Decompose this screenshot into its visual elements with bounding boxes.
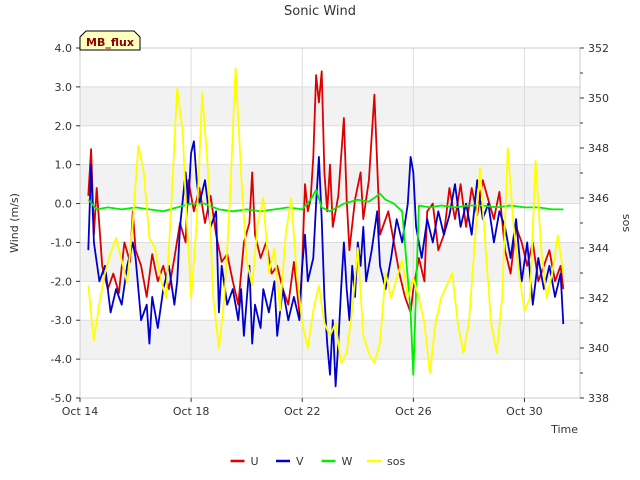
x-tick-label: Oct 22 [284, 405, 321, 418]
site-badge-label: MB_flux [86, 36, 134, 49]
legend-label: W [342, 455, 353, 468]
y-tick-label-left: 1.0 [55, 159, 73, 172]
x-tick-label: Oct 30 [506, 405, 543, 418]
x-tick-label: Oct 18 [173, 405, 210, 418]
y-tick-label-left: 3.0 [55, 81, 73, 94]
x-tick-label: Oct 14 [62, 405, 99, 418]
y-tick-label-left: -3.0 [51, 314, 72, 327]
y-tick-label-right: 350 [588, 92, 609, 105]
y-axis-label-right: sos [620, 214, 633, 232]
y-tick-label-right: 348 [588, 142, 609, 155]
y-tick-label-left: -2.0 [51, 275, 72, 288]
y-tick-label-left: -4.0 [51, 353, 72, 366]
y-tick-label-right: 344 [588, 242, 609, 255]
y-tick-label-left: -1.0 [51, 236, 72, 249]
y-axis-label-left: Wind (m/s) [8, 193, 21, 253]
y-tick-label-left: 2.0 [55, 120, 73, 133]
y-tick-label-right: 352 [588, 42, 609, 55]
x-tick-label: Oct 26 [395, 405, 432, 418]
y-tick-label-right: 342 [588, 292, 609, 305]
y-tick-label-right: 340 [588, 342, 609, 355]
y-tick-label-left: -5.0 [51, 392, 72, 405]
grid-band [80, 86, 580, 126]
grid-band [80, 320, 580, 360]
y-tick-label-right: 338 [588, 392, 609, 405]
y-tick-label-right: 346 [588, 192, 609, 205]
legend-label: sos [387, 455, 405, 468]
site-badge: MB_flux [79, 30, 141, 51]
y-tick-label-left: 0.0 [55, 198, 73, 211]
chart-title: Sonic Wind [284, 4, 356, 19]
x-axis-label: Time [550, 423, 578, 436]
legend-label: U [251, 455, 259, 468]
chart: -5.0 -4.0 -3.0 -2.0 -1.0 0.0 1.0 2.0 3.0 4.0 338 3… [0, 0, 640, 480]
legend-label: V [296, 455, 304, 468]
y-tick-label-left: 4.0 [55, 42, 73, 55]
